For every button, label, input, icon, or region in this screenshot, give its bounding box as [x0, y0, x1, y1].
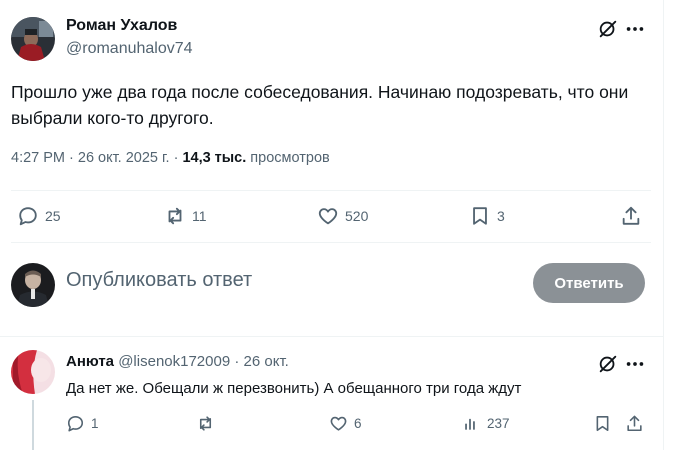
- repost-icon: [168, 207, 182, 225]
- tweet-date[interactable]: 26 окт. 2025 г.: [78, 150, 170, 166]
- reply-reply-count: 1: [91, 416, 99, 431]
- reply-bookmark-button[interactable]: [593, 414, 612, 433]
- user-avatar[interactable]: [11, 263, 55, 307]
- author-name[interactable]: Роман Ухалов: [66, 17, 177, 35]
- reply-button[interactable]: 25: [17, 205, 61, 227]
- reply-icon: [19, 207, 37, 226]
- repost-button[interactable]: 11: [164, 205, 207, 227]
- reply-views-count: 237: [487, 416, 510, 431]
- grok-icon[interactable]: [597, 353, 619, 375]
- bookmark-button[interactable]: 3: [469, 205, 505, 227]
- reply-text: Да нет же. Обещали ж перезвонить) А обещ…: [66, 380, 522, 397]
- more-icon[interactable]: [624, 353, 646, 375]
- section-divider: [0, 336, 664, 337]
- reply-date[interactable]: 26 окт.: [244, 353, 289, 370]
- divider: [11, 190, 651, 191]
- meta-separator: ·: [69, 150, 78, 166]
- reply-like-button[interactable]: 6: [329, 414, 362, 433]
- heart-icon: [318, 208, 338, 225]
- reply-repost-button[interactable]: [196, 414, 221, 433]
- reply-input[interactable]: Опубликовать ответ: [66, 269, 252, 292]
- header-separator: ·: [234, 353, 244, 370]
- more-icon[interactable]: [624, 18, 646, 40]
- tweet-time[interactable]: 4:27 PM: [11, 150, 65, 166]
- share-icon: [627, 415, 642, 432]
- divider: [11, 242, 651, 243]
- thread-line: [32, 400, 34, 450]
- author-avatar[interactable]: [11, 17, 55, 61]
- reply-reply-button[interactable]: 1: [66, 414, 99, 433]
- reply-icon: [67, 415, 84, 432]
- views-icon: [465, 418, 475, 430]
- post-reply-button[interactable]: Ответить: [533, 263, 645, 303]
- post-page: Роман Ухалов @romanuhalov74 Прошло уже д…: [0, 0, 664, 450]
- views-count: 14,3 тыс.: [182, 150, 247, 166]
- tweet-text: Прошло уже два года после собеседования.…: [11, 82, 629, 128]
- reply-views-button[interactable]: 237: [462, 414, 510, 433]
- reply-share-button[interactable]: [625, 414, 644, 433]
- reply-author-handle[interactable]: @lisenok172009: [118, 353, 230, 370]
- repost-icon: [199, 416, 212, 431]
- reply-author-avatar[interactable]: [11, 350, 55, 394]
- grok-icon[interactable]: [597, 18, 619, 40]
- like-button[interactable]: 520: [317, 205, 368, 227]
- views-label: просмотров: [250, 150, 330, 166]
- bookmark-icon: [473, 207, 487, 225]
- share-button[interactable]: [620, 205, 642, 227]
- repost-count: 11: [192, 208, 207, 224]
- reply-like-count: 6: [354, 416, 362, 431]
- tweet-meta: 4:27 PM · 26 окт. 2025 г. · 14,3 тыс. пр…: [11, 150, 330, 166]
- heart-icon: [330, 416, 347, 431]
- bookmark-icon: [596, 415, 609, 432]
- share-icon: [622, 206, 640, 225]
- reply-author-name[interactable]: Анюта: [66, 353, 114, 370]
- bookmark-count: 3: [497, 208, 505, 224]
- author-handle[interactable]: @romanuhalov74: [66, 40, 193, 58]
- reply-count: 25: [45, 208, 61, 224]
- reply-header: Анюта @lisenok172009 · 26 окт.: [66, 353, 289, 370]
- like-count: 520: [345, 208, 369, 224]
